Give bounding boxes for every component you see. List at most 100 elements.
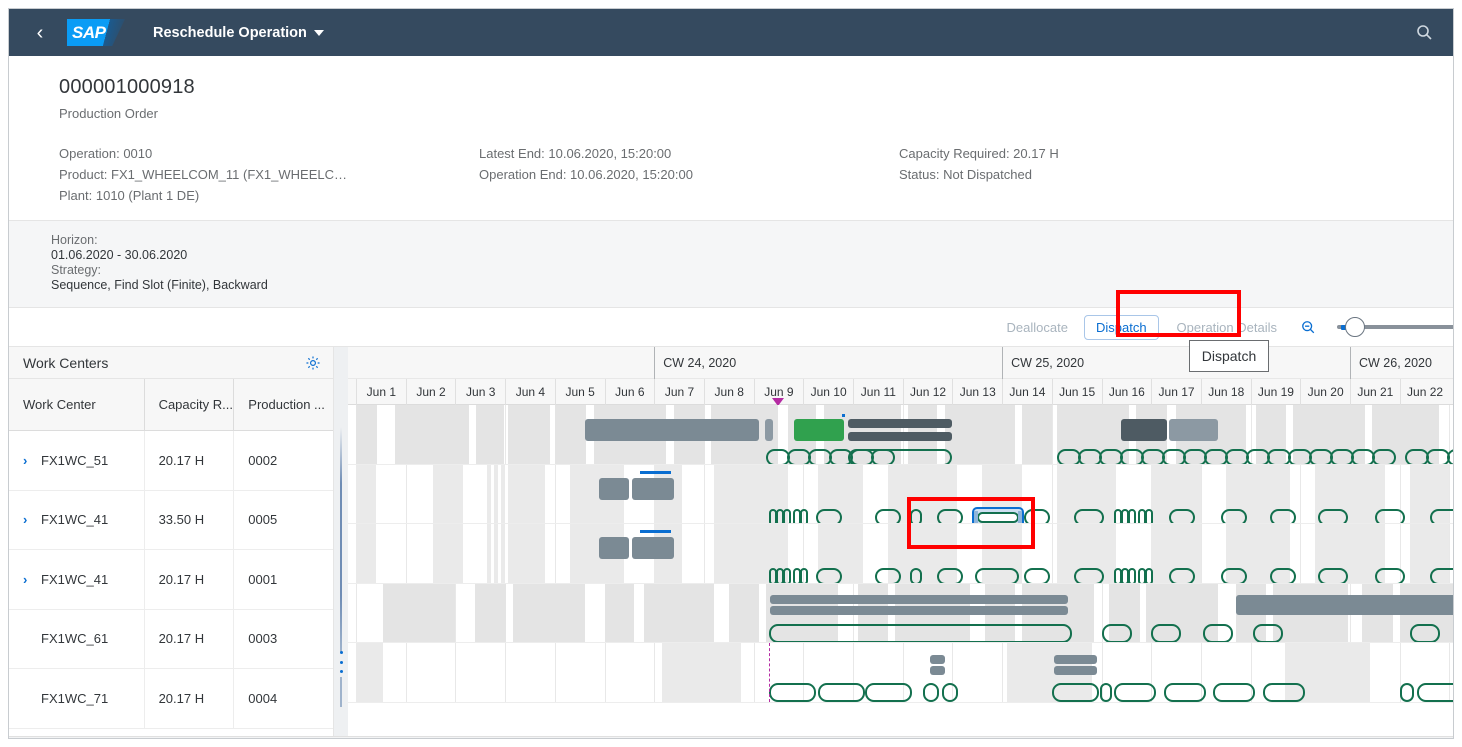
gantt-bar[interactable] <box>1168 419 1219 441</box>
capacity-capsule[interactable] <box>1074 508 1105 524</box>
gantt-bar[interactable] <box>1054 666 1097 675</box>
capacity-capsule[interactable] <box>768 623 1072 643</box>
capacity-capsule[interactable] <box>875 508 902 524</box>
gantt-bar[interactable] <box>598 537 630 559</box>
dispatch-button[interactable]: Dispatch <box>1083 314 1159 340</box>
capacity-capsule[interactable] <box>937 568 964 583</box>
capacity-capsule[interactable] <box>1263 683 1306 702</box>
capacity-capsule[interactable] <box>818 683 866 702</box>
gantt-bar[interactable] <box>794 419 845 441</box>
gantt-bar[interactable] <box>631 477 675 500</box>
capacity-capsule[interactable] <box>1163 683 1206 702</box>
row-expander-icon[interactable]: › <box>23 512 32 527</box>
panel-splitter[interactable] <box>334 347 348 738</box>
table-row[interactable]: › FX1WC_61 20.17 H 0003 <box>9 609 333 669</box>
capacity-capsule[interactable] <box>974 568 1019 583</box>
capacity-capsule[interactable] <box>875 568 902 583</box>
capacity-capsule[interactable] <box>1409 623 1440 643</box>
column-header-capacity[interactable]: Capacity R... <box>145 379 235 430</box>
app-title-menu[interactable]: Reschedule Operation <box>153 25 324 41</box>
capacity-capsule[interactable] <box>782 508 791 524</box>
capacity-capsule[interactable] <box>1399 683 1414 702</box>
capacity-capsule[interactable] <box>1270 508 1297 524</box>
capacity-capsule[interactable] <box>1317 568 1348 583</box>
gantt-row[interactable] <box>348 464 1453 524</box>
shell-search-button[interactable] <box>1409 18 1439 48</box>
resize-handle-left[interactable] <box>974 510 979 524</box>
gantt-bar[interactable] <box>848 419 953 428</box>
capacity-capsule[interactable] <box>1101 623 1132 643</box>
capacity-capsule[interactable] <box>1213 683 1256 702</box>
selected-operation[interactable] <box>972 506 1025 524</box>
capacity-capsule[interactable] <box>1127 508 1136 524</box>
gantt-row[interactable] <box>348 583 1453 643</box>
gantt-bar[interactable] <box>848 432 953 441</box>
capacity-capsule[interactable] <box>1220 508 1247 524</box>
capacity-capsule[interactable] <box>1151 623 1182 643</box>
gantt-bar[interactable] <box>584 419 759 441</box>
capacity-capsule[interactable] <box>768 683 816 702</box>
capacity-capsule[interactable] <box>1270 568 1297 583</box>
capacity-capsule[interactable] <box>815 508 842 524</box>
capacity-capsule[interactable] <box>1429 508 1453 524</box>
capacity-capsule[interactable] <box>1144 568 1153 583</box>
capacity-capsule[interactable] <box>1417 683 1453 702</box>
capacity-capsule[interactable] <box>1374 508 1405 524</box>
table-row[interactable]: › FX1WC_41 33.50 H 0005 <box>9 490 333 550</box>
gantt-bottom-scrollbar[interactable] <box>9 736 1453 738</box>
capacity-capsule[interactable] <box>942 683 959 702</box>
capacity-capsule[interactable] <box>1024 508 1051 524</box>
capacity-capsule[interactable] <box>799 508 808 524</box>
capacity-capsule[interactable] <box>1074 568 1105 583</box>
capacity-capsule[interactable] <box>848 449 953 464</box>
capacity-capsule[interactable] <box>815 568 842 583</box>
resize-handle-right[interactable] <box>1018 510 1023 524</box>
splitter-grip-handle[interactable] <box>338 651 344 673</box>
capacity-capsule[interactable] <box>1374 568 1405 583</box>
table-row[interactable]: › FX1WC_51 20.17 H 0002 <box>9 431 333 491</box>
capacity-capsule[interactable] <box>1253 623 1284 643</box>
gantt-row[interactable] <box>348 405 1453 465</box>
gantt-row[interactable] <box>348 643 1453 703</box>
capacity-capsule[interactable] <box>937 508 964 524</box>
capacity-capsule[interactable] <box>1113 683 1156 702</box>
deallocate-button[interactable]: Deallocate <box>1007 320 1068 335</box>
capacity-capsule[interactable] <box>1371 449 1396 464</box>
gantt-bar[interactable] <box>769 594 1068 604</box>
row-expander-icon[interactable]: › <box>23 453 32 468</box>
capacity-capsule[interactable] <box>1317 508 1348 524</box>
gantt-bar[interactable] <box>1121 419 1168 441</box>
capacity-capsule[interactable] <box>1429 568 1453 583</box>
gantt-bar[interactable] <box>1235 594 1453 615</box>
column-header-work-center[interactable]: Work Center <box>9 379 145 430</box>
capacity-capsule[interactable] <box>1168 568 1195 583</box>
gantt-bar[interactable] <box>764 419 774 441</box>
capacity-capsule[interactable] <box>1127 568 1136 583</box>
table-row[interactable]: › FX1WC_71 20.17 H 0004 <box>9 669 333 729</box>
capacity-capsule[interactable] <box>922 683 939 702</box>
capacity-capsule[interactable] <box>910 568 923 583</box>
row-expander-icon[interactable]: › <box>23 572 32 587</box>
capacity-capsule[interactable] <box>799 568 808 583</box>
gantt-row[interactable] <box>348 524 1453 584</box>
gantt-bar[interactable] <box>930 655 945 664</box>
capacity-capsule[interactable] <box>1168 508 1195 524</box>
gantt-bar[interactable] <box>1054 655 1097 664</box>
column-header-production[interactable]: Production ... <box>234 379 333 430</box>
capacity-capsule[interactable] <box>1203 623 1234 643</box>
operation-details-button[interactable]: Operation Details <box>1177 320 1277 335</box>
capacity-capsule[interactable] <box>1144 508 1153 524</box>
capacity-capsule[interactable] <box>1024 568 1051 583</box>
capacity-capsule[interactable] <box>782 568 791 583</box>
gantt-bar[interactable] <box>631 537 675 559</box>
gantt-zoom-out-button[interactable] <box>1297 316 1319 338</box>
table-row[interactable]: › FX1WC_41 20.17 H 0001 <box>9 550 333 610</box>
zoom-slider-handle[interactable] <box>1345 317 1365 337</box>
gantt-bar[interactable] <box>769 605 1068 615</box>
back-button[interactable]: ‹ <box>27 20 53 46</box>
zoom-slider[interactable] <box>1337 317 1453 337</box>
table-settings-button[interactable] <box>303 353 323 373</box>
capacity-capsule[interactable] <box>1051 683 1099 702</box>
capacity-capsule[interactable] <box>910 508 923 524</box>
gantt-bar[interactable] <box>598 477 630 500</box>
